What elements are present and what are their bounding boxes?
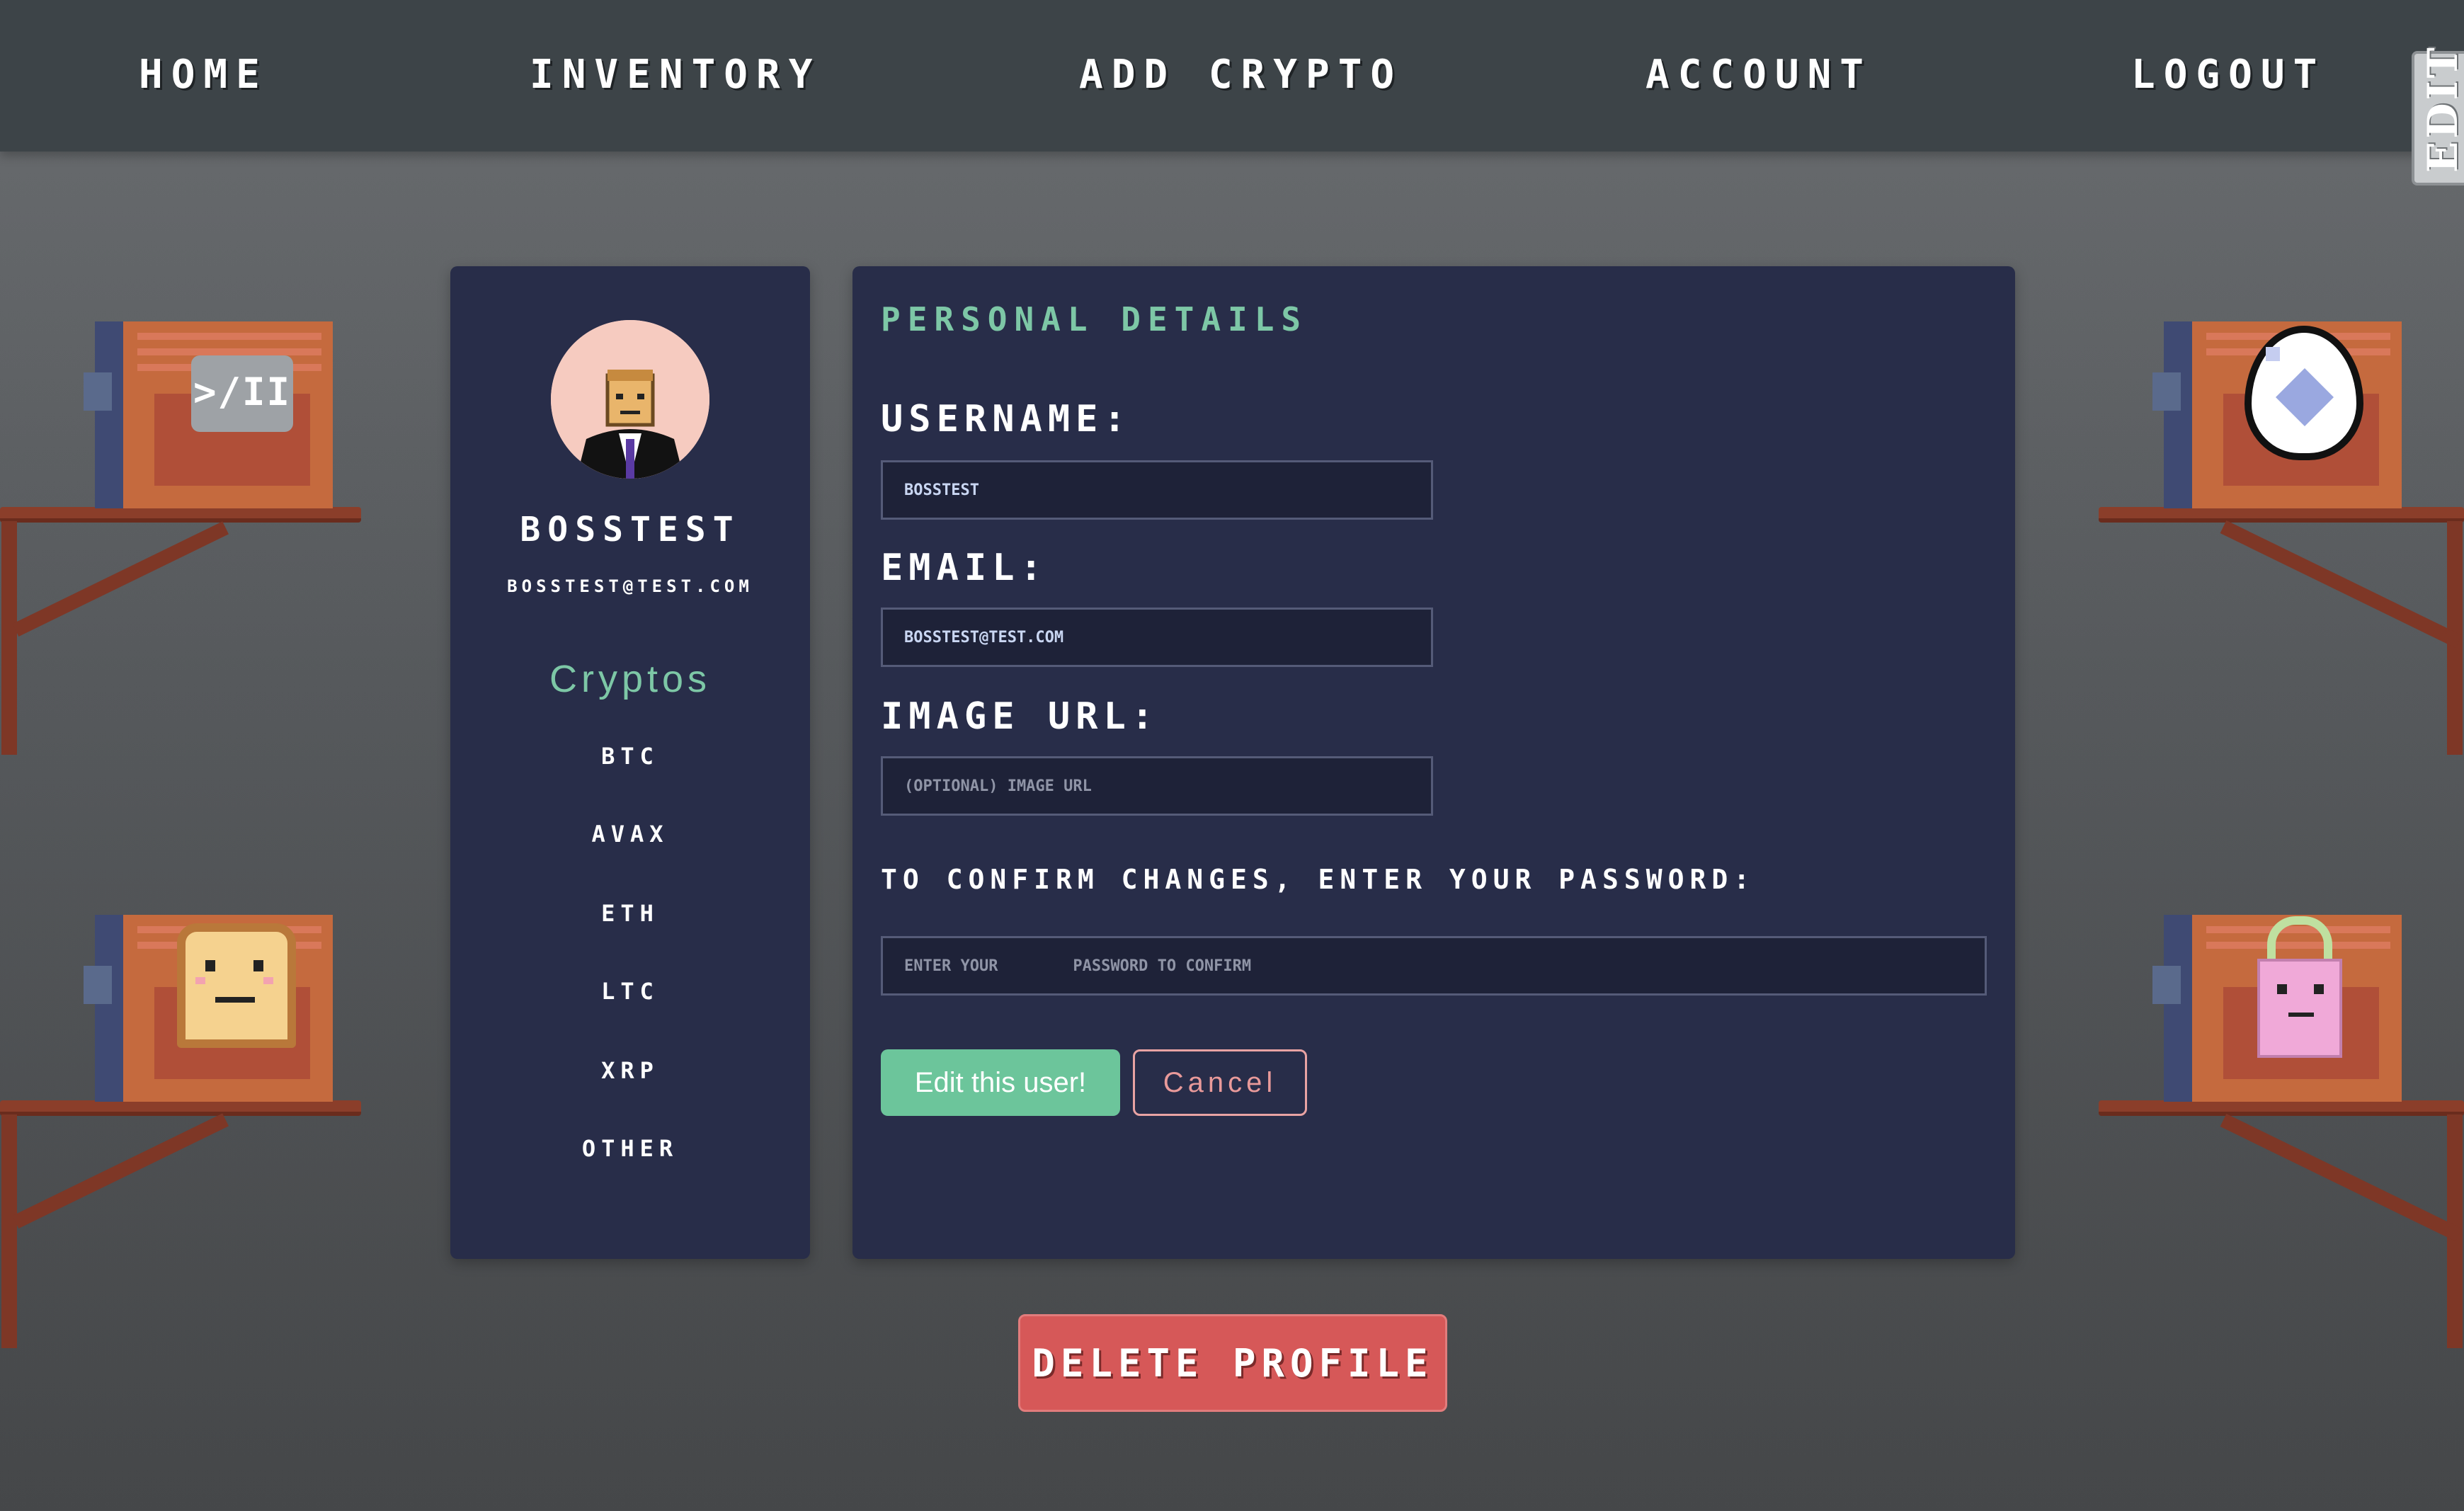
nav-home[interactable]: HOME — [139, 47, 268, 103]
avatar-icon — [551, 320, 709, 479]
username-label: USERNAME: — [881, 398, 1131, 440]
nav-logout[interactable]: LOGOUT — [2131, 47, 2325, 103]
image-url-label: IMAGE URL: — [881, 695, 1160, 738]
edit-side-tab[interactable]: EDIT — [2412, 45, 2464, 186]
nav-account[interactable]: ACCOUNT — [1645, 47, 1872, 103]
email-label: EMAIL: — [881, 547, 1048, 589]
crypto-link-avax[interactable]: AVAX — [450, 813, 810, 855]
confirm-password-field[interactable] — [881, 936, 1987, 996]
right-top-box — [2152, 316, 2402, 508]
personal-details-title: PERSONAL DETAILS — [881, 300, 1308, 338]
nav-add-crypto[interactable]: ADD CRYPTO — [1079, 47, 1403, 103]
cryptos-heading: Cryptos — [549, 658, 712, 700]
crypto-link-ltc[interactable]: LTC — [450, 970, 810, 1013]
crypto-link-xrp[interactable]: XRP — [450, 1049, 810, 1092]
profile-email: BOSSTEST@TEST.COM — [507, 576, 753, 596]
confirm-password-label: TO CONFIRM CHANGES, ENTER YOUR PASSWORD: — [881, 864, 1756, 895]
cancel-button[interactable]: Cancel — [1133, 1049, 1307, 1116]
username-field[interactable] — [881, 460, 1433, 520]
profile-username: BOSSTEST — [520, 510, 741, 549]
edit-side-tab-label: EDIT — [2419, 45, 2464, 173]
email-field[interactable] — [881, 608, 1433, 667]
image-url-field[interactable] — [881, 756, 1433, 816]
avatar — [551, 320, 709, 479]
delete-profile-button[interactable]: DELETE PROFILE — [1018, 1314, 1447, 1412]
crypto-link-btc[interactable]: BTC — [450, 735, 810, 777]
right-bottom-box — [2152, 909, 2402, 1102]
toast-icon — [177, 923, 296, 1048]
left-top-box: >/II — [84, 316, 333, 508]
crypto-link-eth[interactable]: ETH — [450, 892, 810, 935]
nav-inventory[interactable]: INVENTORY — [530, 47, 821, 103]
top-nav: HOME INVENTORY ADD CRYPTO ACCOUNT LOGOUT — [0, 0, 2464, 152]
bag-icon — [2257, 916, 2342, 1058]
crypto-link-other[interactable]: OTHER — [450, 1127, 810, 1170]
left-bottom-box — [84, 909, 333, 1102]
play-pause-icon: >/II — [191, 355, 293, 432]
edit-user-button[interactable]: Edit this user! — [881, 1049, 1120, 1116]
